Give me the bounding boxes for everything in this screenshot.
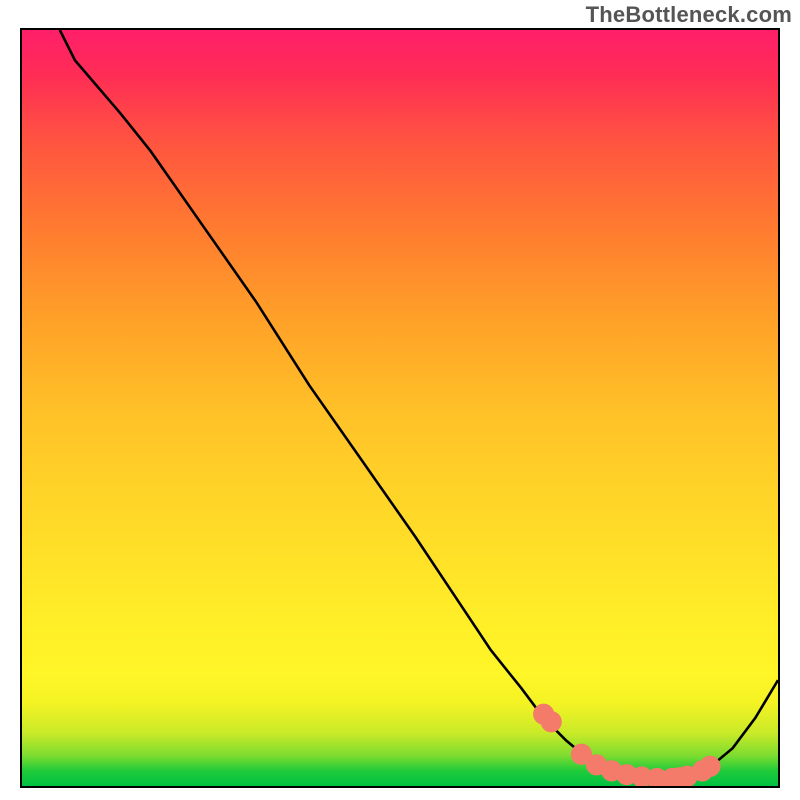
- marker-dots: [537, 707, 717, 785]
- chart-frame: [20, 28, 780, 788]
- marker-dot: [575, 747, 589, 761]
- watermark-text: TheBottleneck.com: [586, 2, 792, 28]
- marker-dot: [703, 760, 717, 774]
- marker-dot: [620, 768, 634, 782]
- curve-overlay: [22, 30, 778, 786]
- bottleneck-curve: [60, 30, 778, 778]
- marker-dot: [544, 715, 558, 729]
